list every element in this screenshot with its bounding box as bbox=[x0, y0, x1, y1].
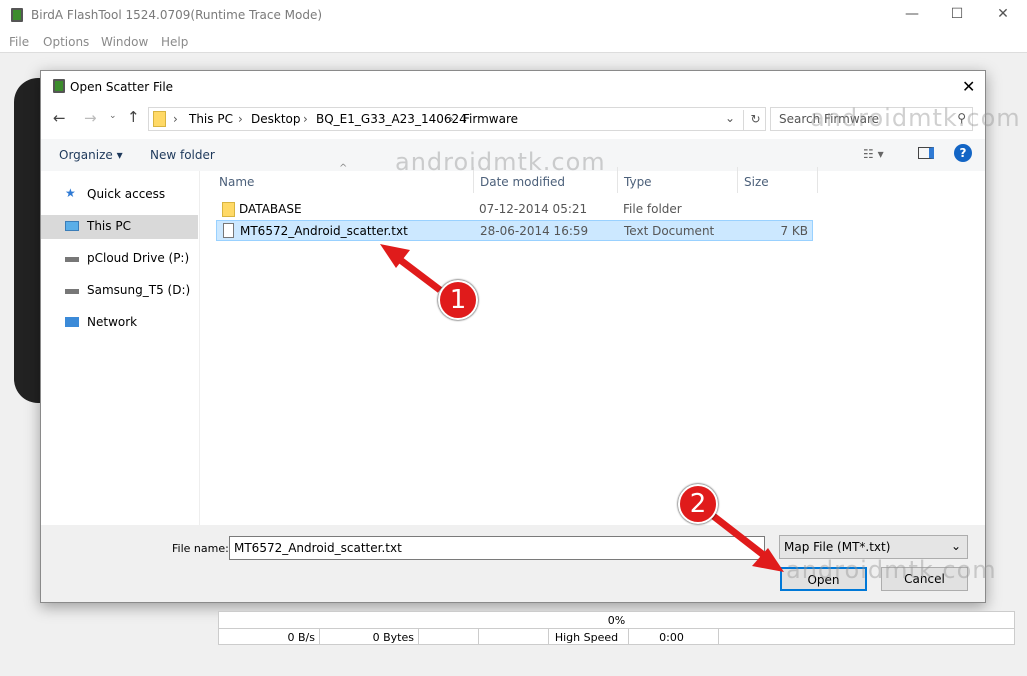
step-1-marker: 1 bbox=[438, 280, 478, 320]
arrow-2 bbox=[709, 512, 773, 563]
watermark: androidmtk.com bbox=[810, 104, 1021, 132]
watermark: androidmtk.com bbox=[786, 556, 997, 584]
step-2-marker: 2 bbox=[678, 484, 718, 524]
arrow-1 bbox=[392, 253, 443, 293]
watermark: androidmtk.com bbox=[395, 148, 606, 176]
